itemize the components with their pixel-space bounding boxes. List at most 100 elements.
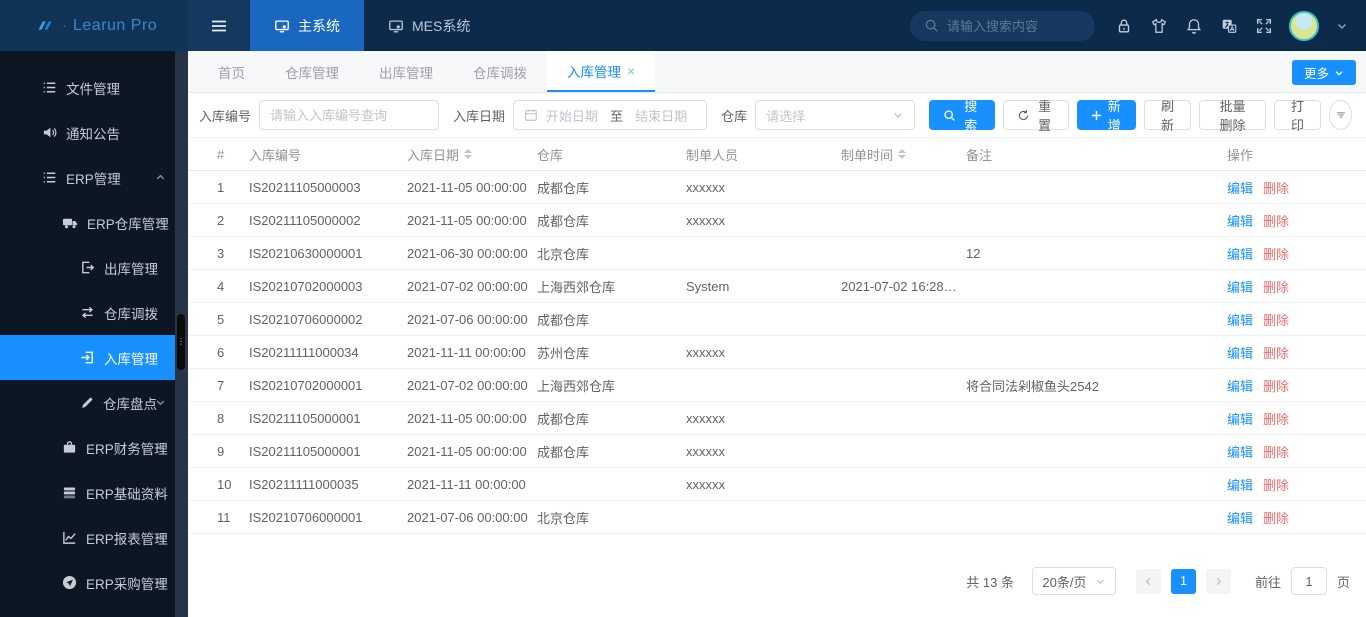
fullscreen-icon[interactable] [1255,17,1273,35]
table-row: 2 IS20211105000002 2021-11-05 00:00:00 成都仓库… [188,204,1366,237]
cell-seq: 1 [217,179,225,195]
column-filter-button[interactable] [1329,100,1352,130]
chevron-down-icon [155,397,166,408]
sidebar-item[interactable]: 出库管理 [0,245,188,290]
cell-actions: 编辑 删除 [1227,343,1342,362]
cell-warehouse: 北京仓库 [537,246,590,262]
warehouse-select-placeholder: 请选择 [766,108,806,124]
bell-icon[interactable] [1185,17,1203,35]
tab-close-icon[interactable]: × [627,63,635,79]
cell-seq: 8 [217,410,225,426]
prev-page-button[interactable] [1135,568,1161,594]
global-search[interactable]: 请输入搜索内容 [910,10,1095,41]
batch-delete-button[interactable]: 批量删除 [1199,99,1266,133]
search-button[interactable]: 搜索 [928,99,995,133]
column-header-label: 制单人员 [686,147,739,163]
edit-link[interactable]: 编辑 [1227,277,1253,296]
sidebar-item-label: 通知公告 [66,126,120,142]
delete-link[interactable]: 删除 [1263,277,1289,296]
delete-link[interactable]: 删除 [1263,508,1289,527]
sidebar-item[interactable]: 仓库调拨 [0,290,188,335]
system-tab[interactable]: 主系统 [250,0,364,51]
sidebar-item[interactable]: ERP采购管理 [0,560,188,605]
edit-link[interactable]: 编辑 [1227,376,1253,395]
sidebar-item[interactable]: ERP财务管理 [0,425,188,470]
sidebar-item[interactable]: ERP仓库管理 [0,200,188,245]
delete-link[interactable]: 删除 [1263,442,1289,461]
sidebar-item[interactable]: ERP基础资料 [0,470,188,515]
page-tab[interactable]: 入库管理 × [547,51,656,92]
add-button[interactable]: 新增 [1076,99,1136,133]
sidebar-item[interactable]: 入库管理 [0,335,188,380]
edit-link[interactable]: 编辑 [1227,508,1253,527]
page-tab[interactable]: 仓库调拨 [453,51,547,92]
page-tab[interactable]: 仓库管理 [265,51,359,92]
cell-actions: 编辑 删除 [1227,244,1342,263]
date-to-label: 至 [610,108,624,124]
table-row: 6 IS20211111000034 2021-11-11 00:00:00 苏州仓库… [188,336,1366,369]
user-avatar[interactable] [1289,10,1319,41]
edit-link[interactable]: 编辑 [1227,475,1253,494]
cell-warehouse: 成都仓库 [537,312,590,328]
delete-link[interactable]: 删除 [1263,409,1289,428]
delete-link[interactable]: 删除 [1263,211,1289,230]
hamburger-menu-button[interactable] [188,0,250,51]
sidebar-item-label: 仓库盘点 [103,396,157,412]
column-header[interactable]: 入库日期 [407,145,537,164]
delete-link[interactable]: 删除 [1263,178,1289,197]
translate-icon[interactable] [1220,17,1238,35]
sidebar-item[interactable]: ERP管理 [0,155,188,200]
code-filter-input[interactable] [259,100,440,130]
brand-logo[interactable]: · Learun Pro [0,0,188,51]
column-header: 制单人员 [686,145,841,164]
warehouse-select[interactable]: 请选择 [755,100,915,130]
table-row: 4 IS20210702000003 2021-07-02 00:00:00 上海西郊… [188,270,1366,303]
sort-icon[interactable] [898,149,907,159]
topbar-user [1283,0,1366,51]
edit-link[interactable]: 编辑 [1227,244,1253,263]
print-button[interactable]: 打印 [1273,99,1322,133]
page-size-select[interactable]: 20条/页 [1031,567,1116,595]
page-number-button[interactable]: 1 [1170,568,1196,594]
edit-link[interactable]: 编辑 [1227,310,1253,329]
chevron-down-icon [892,109,904,121]
edit-link[interactable]: 编辑 [1227,409,1253,428]
sidebar-scrollbar-thumb[interactable]: ⋮ [177,314,185,370]
edit-link[interactable]: 编辑 [1227,211,1253,230]
edit-link[interactable]: 编辑 [1227,178,1253,197]
date-range-picker[interactable]: 开始日期 至 结束日期 [513,100,708,130]
sidebar-item[interactable]: 仓库盘点 [0,380,188,425]
pencil-icon [80,396,94,410]
edit-link[interactable]: 编辑 [1227,442,1253,461]
sidebar-item[interactable]: ERP报表管理 [0,515,188,560]
cell-create_time: 2021-07-02 16:28:54 [841,278,962,294]
lock-icon[interactable] [1115,17,1133,35]
system-tab[interactable]: MES系统 [364,0,494,51]
goto-page-input[interactable] [1290,567,1327,595]
import-icon [80,350,95,365]
delete-link[interactable]: 删除 [1263,343,1289,362]
page-tab[interactable]: 出库管理 [359,51,453,92]
sidebar-item[interactable]: 文件管理 [0,65,188,110]
more-button[interactable]: 更多 [1291,60,1356,85]
delete-link[interactable]: 删除 [1263,310,1289,329]
date-start-placeholder[interactable]: 开始日期 [546,106,598,125]
sort-icon[interactable] [464,149,473,159]
cell-actions: 编辑 删除 [1227,508,1342,527]
tshirt-icon[interactable] [1150,17,1168,35]
reset-button[interactable]: 重置 [1002,99,1069,133]
next-page-button[interactable] [1205,568,1231,594]
delete-link[interactable]: 删除 [1263,475,1289,494]
column-header[interactable]: 制单时间 [841,145,966,164]
cell-creator: xxxxxx [686,344,725,360]
topbar: · Learun Pro 主系统 MES系统 请输入搜索内容 [0,0,1366,51]
refresh-button[interactable]: 刷新 [1143,99,1192,133]
delete-link[interactable]: 删除 [1263,376,1289,395]
user-chevron-down-icon[interactable] [1336,20,1348,32]
page-tab[interactable]: 首页 [198,51,265,92]
delete-link[interactable]: 删除 [1263,244,1289,263]
date-end-placeholder[interactable]: 结束日期 [635,106,687,125]
edit-link[interactable]: 编辑 [1227,343,1253,362]
list-icon [42,80,57,95]
sidebar-item[interactable]: 通知公告 [0,110,188,155]
